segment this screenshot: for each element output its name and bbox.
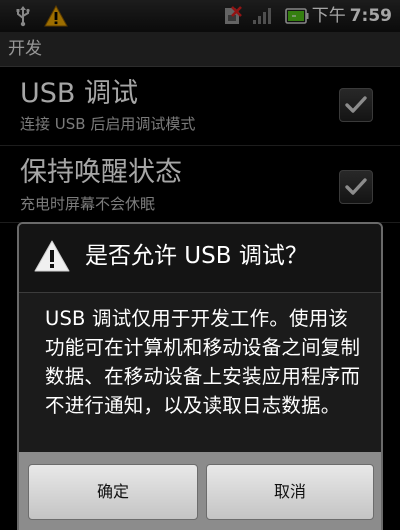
dialog-header: 是否允许 USB 调试？ <box>19 224 381 293</box>
dialog-message: USB 调试仅用于开发工作。使用该功能可在计算机和移动设备之间复制数据、在移动设… <box>45 307 361 417</box>
warning-icon <box>34 240 70 272</box>
cancel-button[interactable]: 取消 <box>206 464 374 520</box>
dialog-title: 是否允许 USB 调试？ <box>85 243 308 269</box>
ok-button[interactable]: 确定 <box>28 464 198 520</box>
dialog-button-bar: 确定 取消 <box>19 452 381 530</box>
screen: 下午 7:59 开发 USB 调试 连接 USB 后启用调试模式 保持唤醒状态 充… <box>0 0 400 530</box>
usb-debugging-dialog: 是否允许 USB 调试？ USB 调试仅用于开发工作。使用该功能可在计算机和移动… <box>17 222 383 530</box>
